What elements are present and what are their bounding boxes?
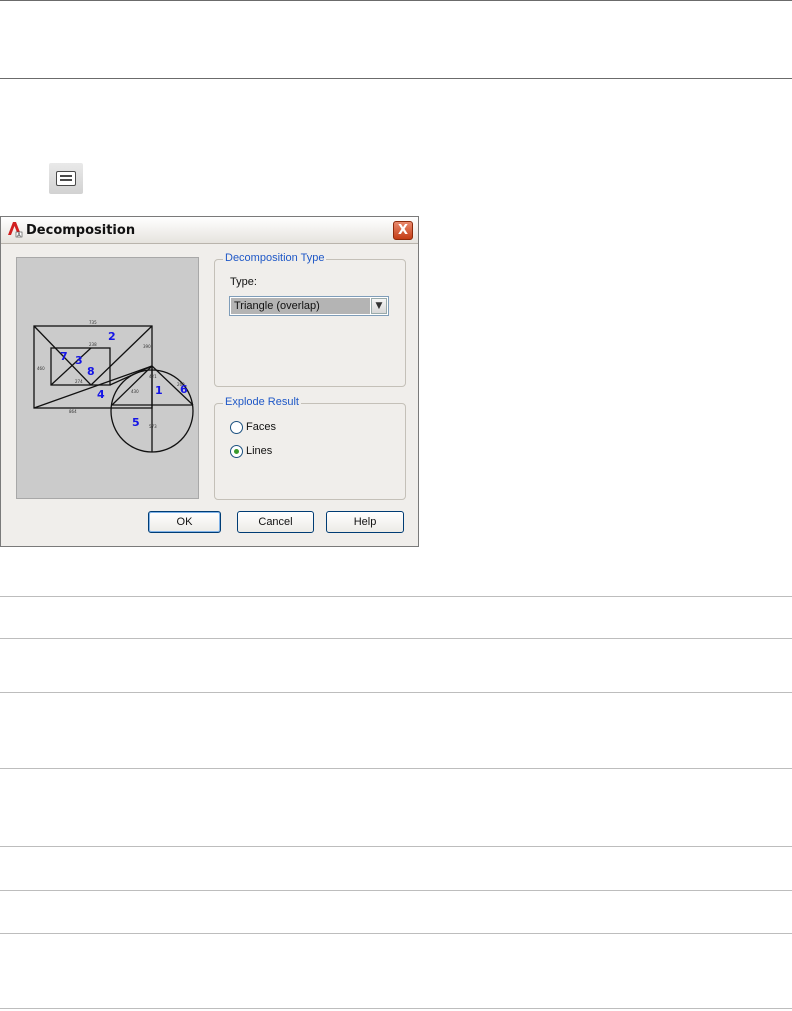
svg-text:460: 460 (37, 366, 45, 371)
table-rule (0, 1008, 792, 1009)
table-rule (0, 768, 792, 769)
radio-selected-dot (234, 449, 239, 454)
region-number: 8 (87, 365, 95, 378)
header-rule (0, 78, 792, 79)
region-number: 1 (155, 384, 163, 397)
type-label: Type: (230, 276, 257, 288)
svg-text:573: 573 (149, 424, 157, 429)
dialog-titlebar[interactable]: A Decomposition X (1, 217, 418, 244)
decomposition-type-legend: Decomposition Type (223, 252, 327, 264)
region-number: 2 (108, 330, 116, 343)
radio-lines[interactable] (230, 445, 243, 458)
preview-drawing: 735 460 238 274 864 390 421 573 430 260 … (33, 320, 194, 453)
help-button[interactable]: Help (326, 511, 404, 533)
app-logo-icon: A (8, 222, 23, 239)
svg-text:430: 430 (131, 389, 139, 394)
decomposition-preview: 735 460 238 274 864 390 421 573 430 260 … (16, 257, 199, 499)
svg-text:864: 864 (69, 409, 77, 414)
table-rule (0, 933, 792, 934)
svg-text:735: 735 (89, 320, 97, 325)
cancel-button[interactable]: Cancel (237, 511, 314, 533)
table-rule (0, 596, 792, 597)
region-number: 5 (132, 416, 140, 429)
ok-button[interactable]: OK (148, 511, 221, 533)
decomposition-dialog: A Decomposition X 735 460 238 274 864 39… (0, 216, 419, 547)
svg-text:238: 238 (89, 342, 97, 347)
table-rule (0, 638, 792, 639)
top-rule (0, 0, 792, 1)
region-number: 3 (75, 354, 83, 367)
svg-text:390: 390 (143, 344, 151, 349)
type-select[interactable]: Triangle (overlap) ▼ (229, 296, 389, 316)
svg-text:421: 421 (149, 374, 157, 379)
close-icon: X (397, 223, 409, 238)
region-number: 6 (180, 383, 188, 396)
table-rule (0, 846, 792, 847)
table-rule (0, 890, 792, 891)
explode-result-legend: Explode Result (223, 396, 301, 408)
radio-faces-label[interactable]: Faces (246, 421, 276, 433)
dialog-tool-icon[interactable] (49, 163, 83, 194)
region-number: 4 (97, 388, 105, 401)
chevron-down-icon[interactable]: ▼ (371, 298, 387, 314)
close-button[interactable]: X (393, 221, 413, 240)
radio-faces[interactable] (230, 421, 243, 434)
svg-text:A: A (17, 233, 21, 239)
radio-lines-label[interactable]: Lines (246, 445, 272, 457)
svg-text:274: 274 (75, 379, 83, 384)
type-select-value: Triangle (overlap) (231, 298, 370, 314)
region-number: 7 (60, 350, 68, 363)
table-rule (0, 692, 792, 693)
dialog-title: Decomposition (26, 223, 136, 238)
